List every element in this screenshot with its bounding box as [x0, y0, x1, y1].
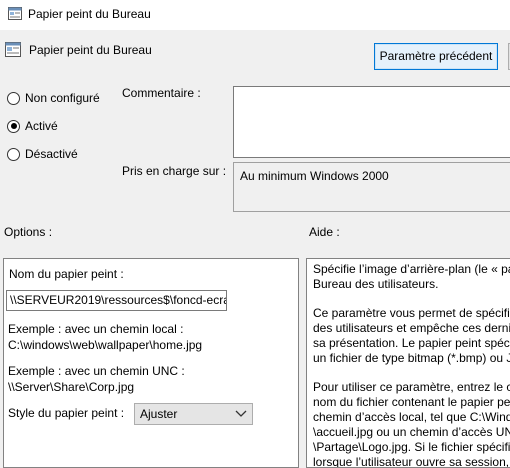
help-line: sa présentation. Le papier peint spécif: [313, 336, 510, 350]
help-line: chemin d’accès local, tel que C:\Wind: [313, 410, 510, 424]
wallpaper-name-label: Nom du papier peint :: [9, 267, 124, 281]
example-local-label: Exemple : avec un chemin local :: [8, 322, 184, 336]
radio-enabled[interactable]: Activé: [7, 119, 58, 133]
supported-on-value: Au minimum Windows 2000: [240, 169, 389, 183]
help-pane: Spécifie l’image d’arrière-plan (le « pa…: [306, 258, 510, 468]
example-unc-label: Exemple : avec un chemin UNC :: [8, 364, 185, 378]
help-heading: Aide :: [309, 225, 340, 239]
radio-label: Activé: [25, 119, 58, 133]
help-paragraph: Ce paramètre vous permet de spécifier de…: [313, 306, 510, 366]
radio-label: Non configuré: [25, 91, 100, 105]
help-line: un fichier de type bitmap (*.bmp) ou J: [313, 351, 510, 365]
help-line: des utilisateurs et empêche ces dernie: [313, 321, 510, 335]
policy-window-icon: [8, 7, 22, 20]
radio-circle[interactable]: [7, 91, 20, 105]
supported-on-label: Pris en charge sur :: [122, 164, 227, 178]
wallpaper-style-value: Ajuster: [140, 407, 178, 421]
wallpaper-name-input[interactable]: \\SERVEUR2019\ressources$\foncd-ecran: [6, 290, 227, 311]
window-title: Papier peint du Bureau: [28, 7, 151, 21]
help-line: Ce paramètre vous permet de spécifier: [313, 306, 510, 320]
help-line: Pour utiliser ce paramètre, entrez le ch: [313, 380, 510, 394]
help-paragraph: Spécifie l’image d’arrière-plan (le « pa…: [313, 262, 510, 292]
supported-on-field: Au minimum Windows 2000: [233, 162, 510, 212]
example-local-path: C:\windows\web\wallpaper\home.jpg: [8, 338, 203, 352]
radio-not-configured[interactable]: Non configuré: [7, 91, 100, 105]
radio-label: Désactivé: [25, 147, 78, 161]
example-unc-path: \\Server\Share\Corp.jpg: [8, 380, 135, 394]
chevron-down-icon: [235, 410, 247, 417]
wallpaper-style-label: Style du papier peint :: [8, 406, 125, 420]
help-line: nom du fichier contenant le papier pe: [313, 395, 510, 409]
comment-label: Commentaire :: [122, 86, 201, 100]
radio-disabled[interactable]: Désactivé: [7, 147, 78, 161]
help-line: Bureau des utilisateurs.: [313, 277, 439, 291]
help-line: Spécifie l’image d’arrière-plan (le « pa: [313, 262, 510, 276]
help-line: lorsque l’utilisateur ouvre sa session, …: [313, 455, 510, 468]
radio-circle-selected[interactable]: [7, 119, 20, 133]
radio-circle[interactable]: [7, 147, 20, 161]
help-paragraph: Pour utiliser ce paramètre, entrez le ch…: [313, 380, 510, 468]
options-heading: Options :: [4, 225, 53, 239]
wallpaper-style-select[interactable]: Ajuster: [134, 403, 253, 425]
previous-setting-button[interactable]: Paramètre précédent: [374, 43, 498, 70]
comment-field[interactable]: [233, 86, 510, 158]
help-line: \Partage\Logo.jpg. Si le fichier spécifi: [313, 440, 510, 454]
policy-setting-icon: [5, 42, 21, 57]
help-text: Spécifie l’image d’arrière-plan (le « pa…: [313, 262, 510, 468]
setting-title: Papier peint du Bureau: [29, 43, 152, 57]
help-line: \accueil.jpg ou un chemin d’accès UN: [313, 425, 510, 439]
